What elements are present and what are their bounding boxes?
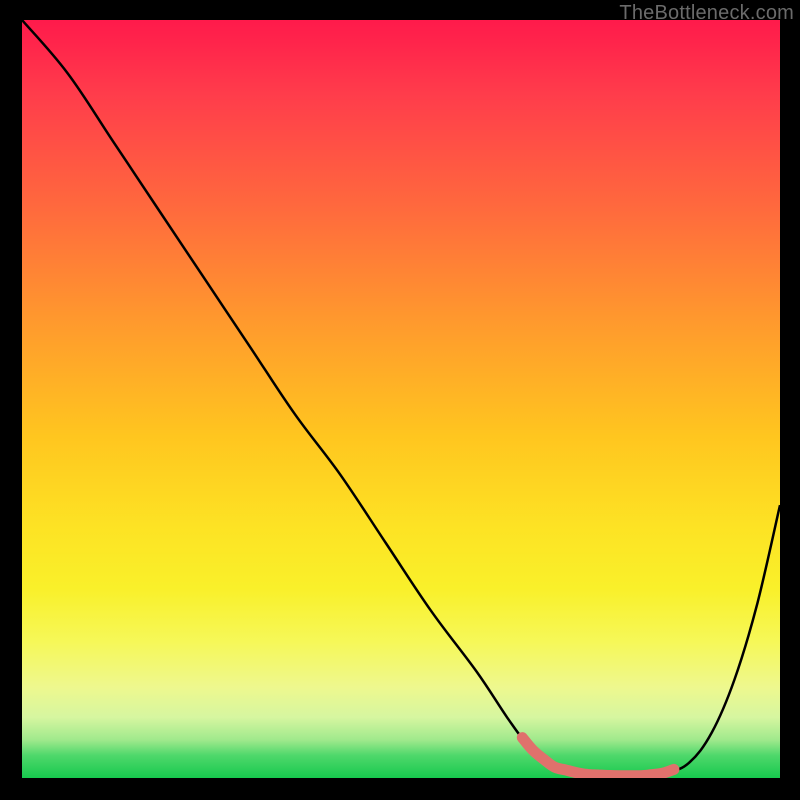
chart-frame: TheBottleneck.com <box>0 0 800 800</box>
curve-path <box>22 20 780 776</box>
accent-segment <box>522 738 674 776</box>
plot-area <box>22 20 780 778</box>
chart-svg <box>22 20 780 778</box>
